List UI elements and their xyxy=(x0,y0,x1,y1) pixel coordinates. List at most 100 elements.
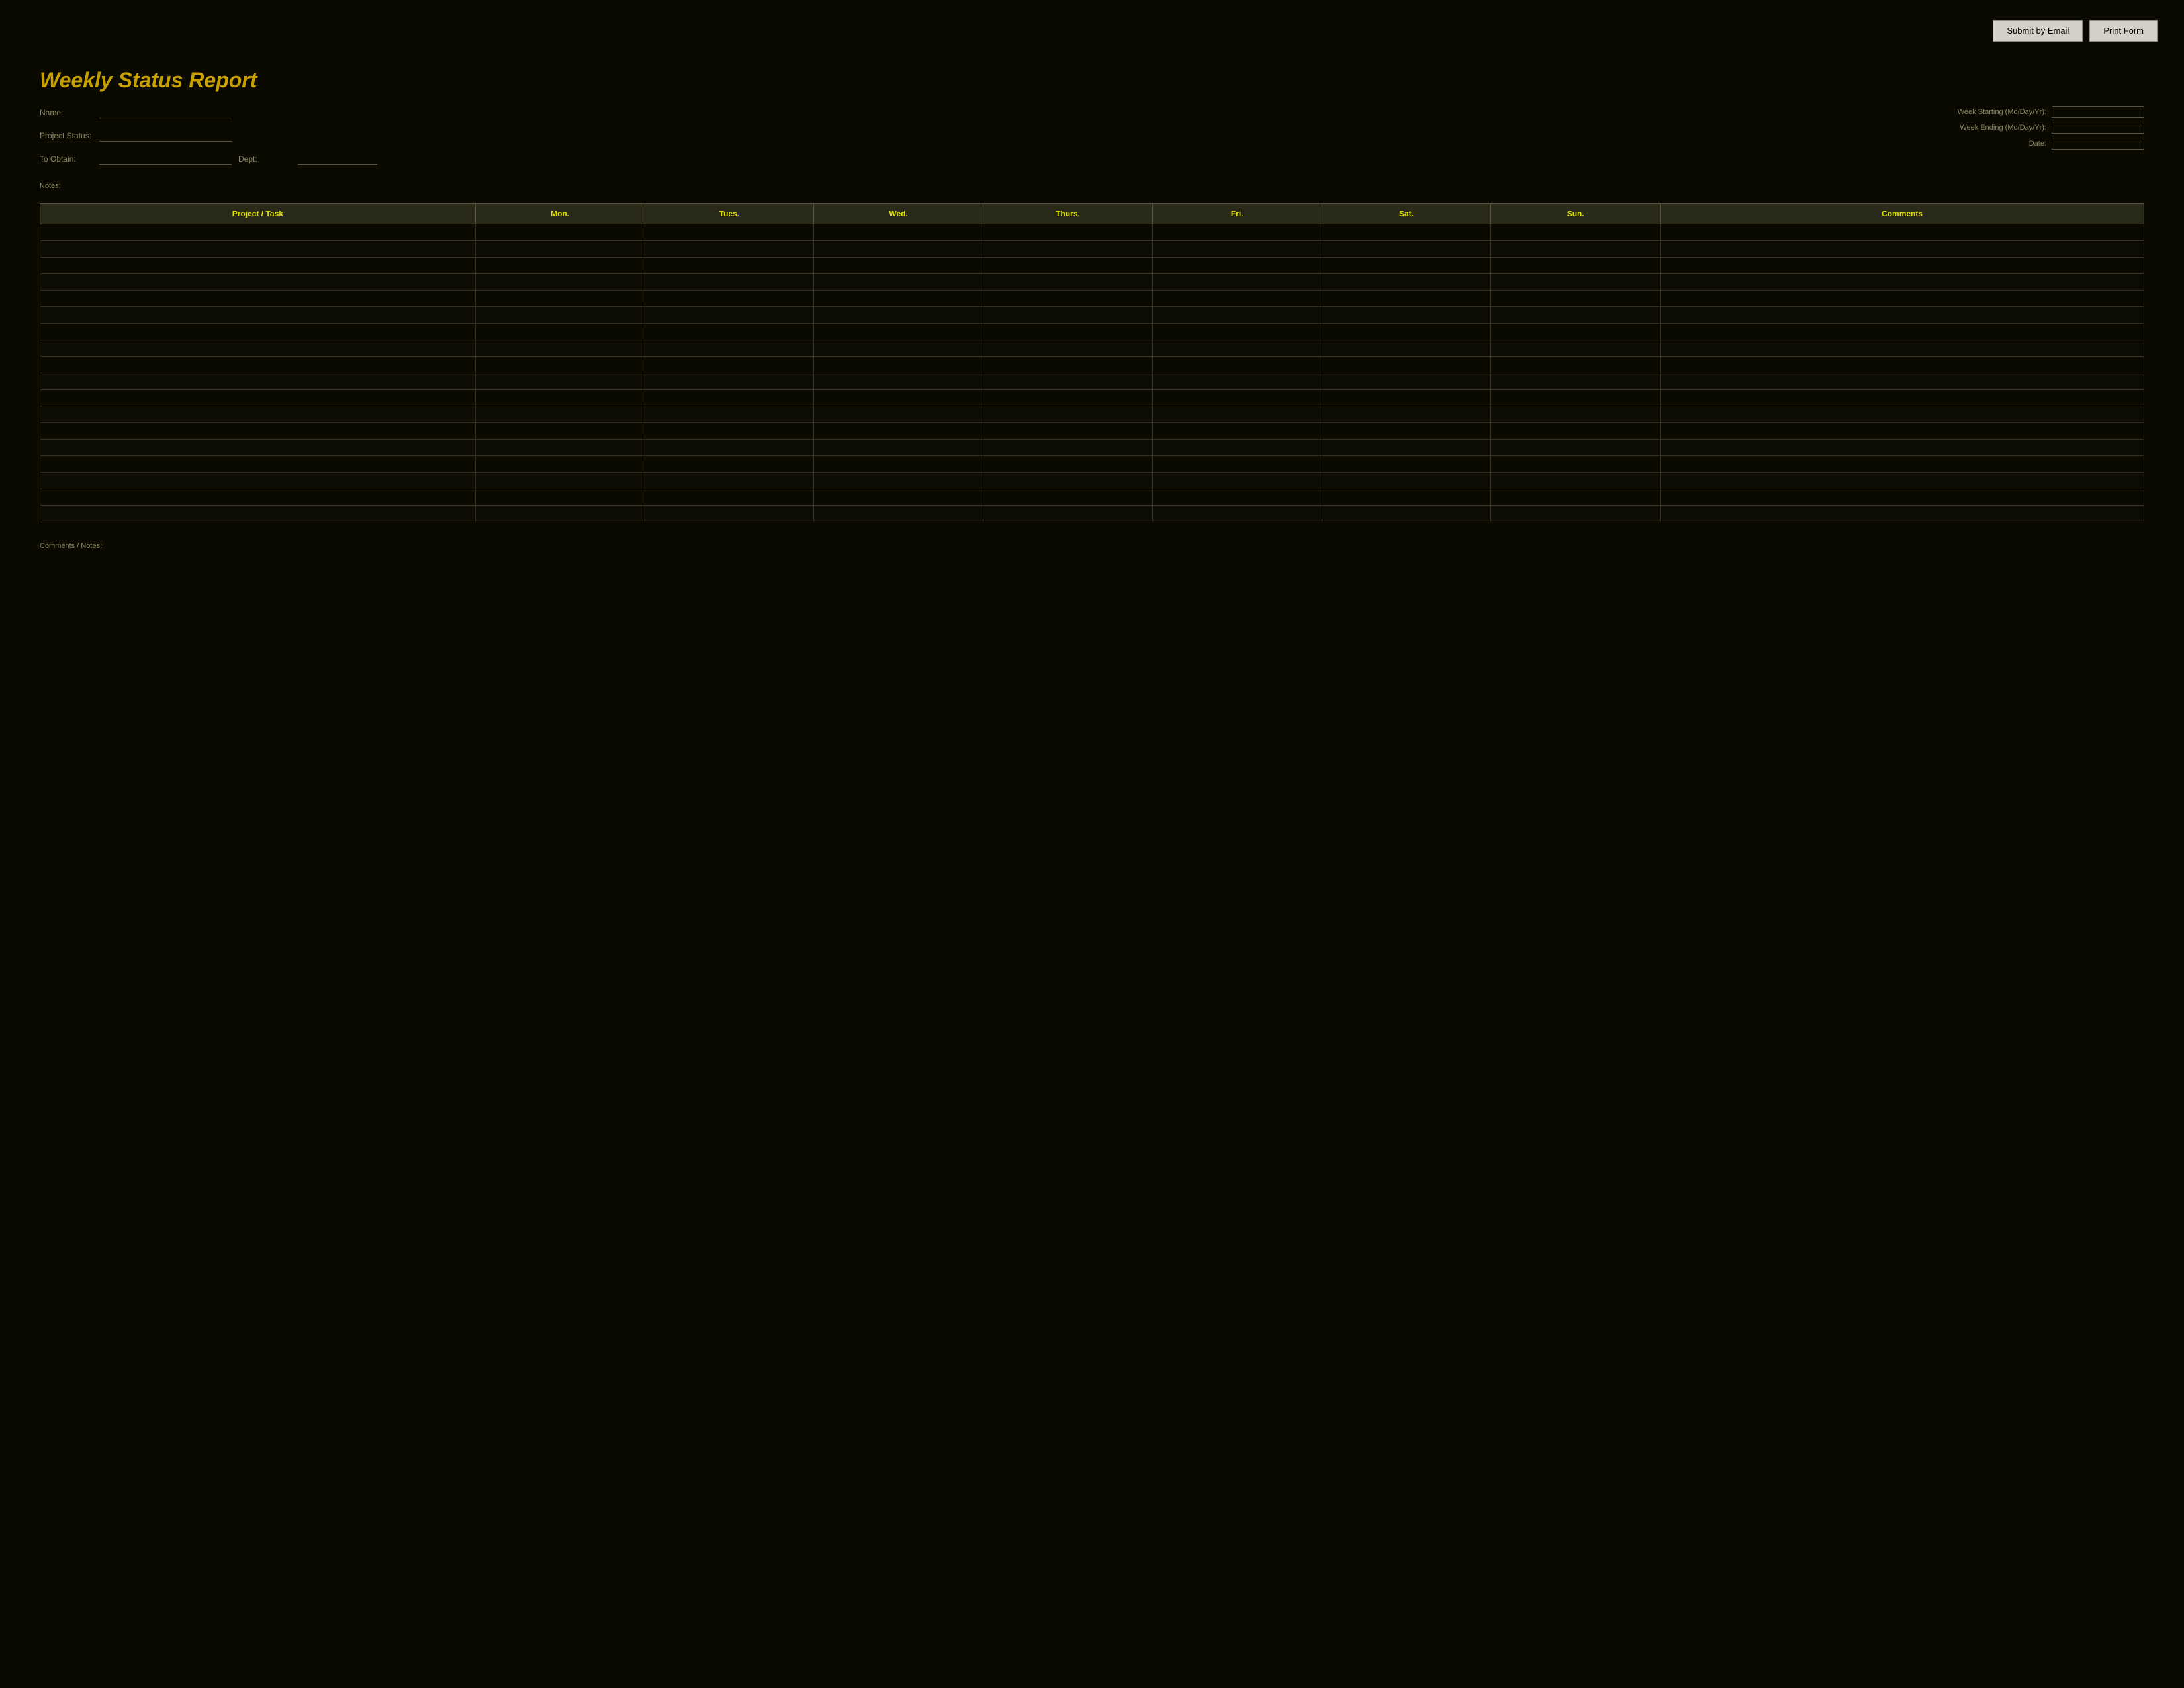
cell-r17-c6-input[interactable] xyxy=(1325,510,1488,518)
cell-r13-c6-input[interactable] xyxy=(1325,444,1488,451)
cell-r6-c7-input[interactable] xyxy=(1494,328,1657,336)
cell-r11-c7-input[interactable] xyxy=(1494,410,1657,418)
cell-r8-c1-input[interactable] xyxy=(478,361,642,369)
cell-r10-c1-input[interactable] xyxy=(478,394,642,402)
cell-r9-c5-input[interactable] xyxy=(1156,377,1319,385)
cell-r14-c4-input[interactable] xyxy=(986,460,1150,468)
cell-r1-c2-input[interactable] xyxy=(648,245,811,253)
cell-r3-c4-input[interactable] xyxy=(986,278,1150,286)
cell-r8-c2-input[interactable] xyxy=(648,361,811,369)
cell-r1-c7-input[interactable] xyxy=(1494,245,1657,253)
cell-r4-c0-input[interactable] xyxy=(43,295,473,303)
cell-r16-c4-input[interactable] xyxy=(986,493,1150,501)
cell-r15-c1-input[interactable] xyxy=(478,477,642,485)
cell-r3-c3-input[interactable] xyxy=(817,278,980,286)
cell-r3-c2-input[interactable] xyxy=(648,278,811,286)
cell-r7-c3-input[interactable] xyxy=(817,344,980,352)
cell-r2-c8-input[interactable] xyxy=(1663,261,2141,269)
cell-r4-c1-input[interactable] xyxy=(478,295,642,303)
cell-r9-c1-input[interactable] xyxy=(478,377,642,385)
date-input[interactable] xyxy=(2052,138,2144,150)
cell-r10-c5-input[interactable] xyxy=(1156,394,1319,402)
cell-r5-c5-input[interactable] xyxy=(1156,311,1319,319)
cell-r14-c8-input[interactable] xyxy=(1663,460,2141,468)
cell-r10-c2-input[interactable] xyxy=(648,394,811,402)
cell-r1-c8-input[interactable] xyxy=(1663,245,2141,253)
cell-r10-c7-input[interactable] xyxy=(1494,394,1657,402)
cell-r5-c3-input[interactable] xyxy=(817,311,980,319)
cell-r6-c6-input[interactable] xyxy=(1325,328,1488,336)
cell-r4-c3-input[interactable] xyxy=(817,295,980,303)
cell-r13-c7-input[interactable] xyxy=(1494,444,1657,451)
cell-r14-c1-input[interactable] xyxy=(478,460,642,468)
cell-r15-c4-input[interactable] xyxy=(986,477,1150,485)
cell-r7-c2-input[interactable] xyxy=(648,344,811,352)
cell-r3-c7-input[interactable] xyxy=(1494,278,1657,286)
cell-r14-c2-input[interactable] xyxy=(648,460,811,468)
to-obtain-input[interactable] xyxy=(99,152,232,165)
cell-r12-c1-input[interactable] xyxy=(478,427,642,435)
cell-r10-c4-input[interactable] xyxy=(986,394,1150,402)
cell-r15-c0-input[interactable] xyxy=(43,477,473,485)
cell-r9-c3-input[interactable] xyxy=(817,377,980,385)
cell-r1-c3-input[interactable] xyxy=(817,245,980,253)
cell-r10-c8-input[interactable] xyxy=(1663,394,2141,402)
cell-r1-c4-input[interactable] xyxy=(986,245,1150,253)
cell-r7-c0-input[interactable] xyxy=(43,344,473,352)
cell-r8-c7-input[interactable] xyxy=(1494,361,1657,369)
cell-r12-c7-input[interactable] xyxy=(1494,427,1657,435)
cell-r0-c6-input[interactable] xyxy=(1325,228,1488,236)
cell-r5-c2-input[interactable] xyxy=(648,311,811,319)
cell-r11-c2-input[interactable] xyxy=(648,410,811,418)
cell-r2-c4-input[interactable] xyxy=(986,261,1150,269)
cell-r11-c6-input[interactable] xyxy=(1325,410,1488,418)
cell-r9-c4-input[interactable] xyxy=(986,377,1150,385)
cell-r11-c3-input[interactable] xyxy=(817,410,980,418)
cell-r4-c2-input[interactable] xyxy=(648,295,811,303)
cell-r9-c2-input[interactable] xyxy=(648,377,811,385)
cell-r13-c4-input[interactable] xyxy=(986,444,1150,451)
cell-r6-c3-input[interactable] xyxy=(817,328,980,336)
cell-r12-c0-input[interactable] xyxy=(43,427,473,435)
cell-r14-c0-input[interactable] xyxy=(43,460,473,468)
cell-r10-c6-input[interactable] xyxy=(1325,394,1488,402)
cell-r17-c2-input[interactable] xyxy=(648,510,811,518)
cell-r11-c8-input[interactable] xyxy=(1663,410,2141,418)
cell-r5-c1-input[interactable] xyxy=(478,311,642,319)
cell-r14-c6-input[interactable] xyxy=(1325,460,1488,468)
cell-r17-c1-input[interactable] xyxy=(478,510,642,518)
cell-r6-c4-input[interactable] xyxy=(986,328,1150,336)
cell-r3-c8-input[interactable] xyxy=(1663,278,2141,286)
cell-r4-c5-input[interactable] xyxy=(1156,295,1319,303)
cell-r2-c1-input[interactable] xyxy=(478,261,642,269)
cell-r0-c2-input[interactable] xyxy=(648,228,811,236)
cell-r12-c4-input[interactable] xyxy=(986,427,1150,435)
cell-r15-c6-input[interactable] xyxy=(1325,477,1488,485)
cell-r6-c8-input[interactable] xyxy=(1663,328,2141,336)
cell-r13-c8-input[interactable] xyxy=(1663,444,2141,451)
cell-r2-c6-input[interactable] xyxy=(1325,261,1488,269)
cell-r6-c2-input[interactable] xyxy=(648,328,811,336)
cell-r13-c3-input[interactable] xyxy=(817,444,980,451)
cell-r11-c5-input[interactable] xyxy=(1156,410,1319,418)
cell-r7-c4-input[interactable] xyxy=(986,344,1150,352)
cell-r5-c6-input[interactable] xyxy=(1325,311,1488,319)
cell-r4-c4-input[interactable] xyxy=(986,295,1150,303)
cell-r8-c0-input[interactable] xyxy=(43,361,473,369)
cell-r15-c7-input[interactable] xyxy=(1494,477,1657,485)
cell-r6-c0-input[interactable] xyxy=(43,328,473,336)
cell-r8-c6-input[interactable] xyxy=(1325,361,1488,369)
cell-r5-c4-input[interactable] xyxy=(986,311,1150,319)
cell-r4-c6-input[interactable] xyxy=(1325,295,1488,303)
cell-r9-c0-input[interactable] xyxy=(43,377,473,385)
print-form-button[interactable]: Print Form xyxy=(2089,20,2158,42)
cell-r6-c1-input[interactable] xyxy=(478,328,642,336)
dept-input[interactable] xyxy=(298,152,377,165)
cell-r0-c5-input[interactable] xyxy=(1156,228,1319,236)
cell-r7-c5-input[interactable] xyxy=(1156,344,1319,352)
week-starting-input[interactable] xyxy=(2052,106,2144,118)
cell-r4-c8-input[interactable] xyxy=(1663,295,2141,303)
cell-r11-c0-input[interactable] xyxy=(43,410,473,418)
cell-r2-c5-input[interactable] xyxy=(1156,261,1319,269)
cell-r12-c2-input[interactable] xyxy=(648,427,811,435)
